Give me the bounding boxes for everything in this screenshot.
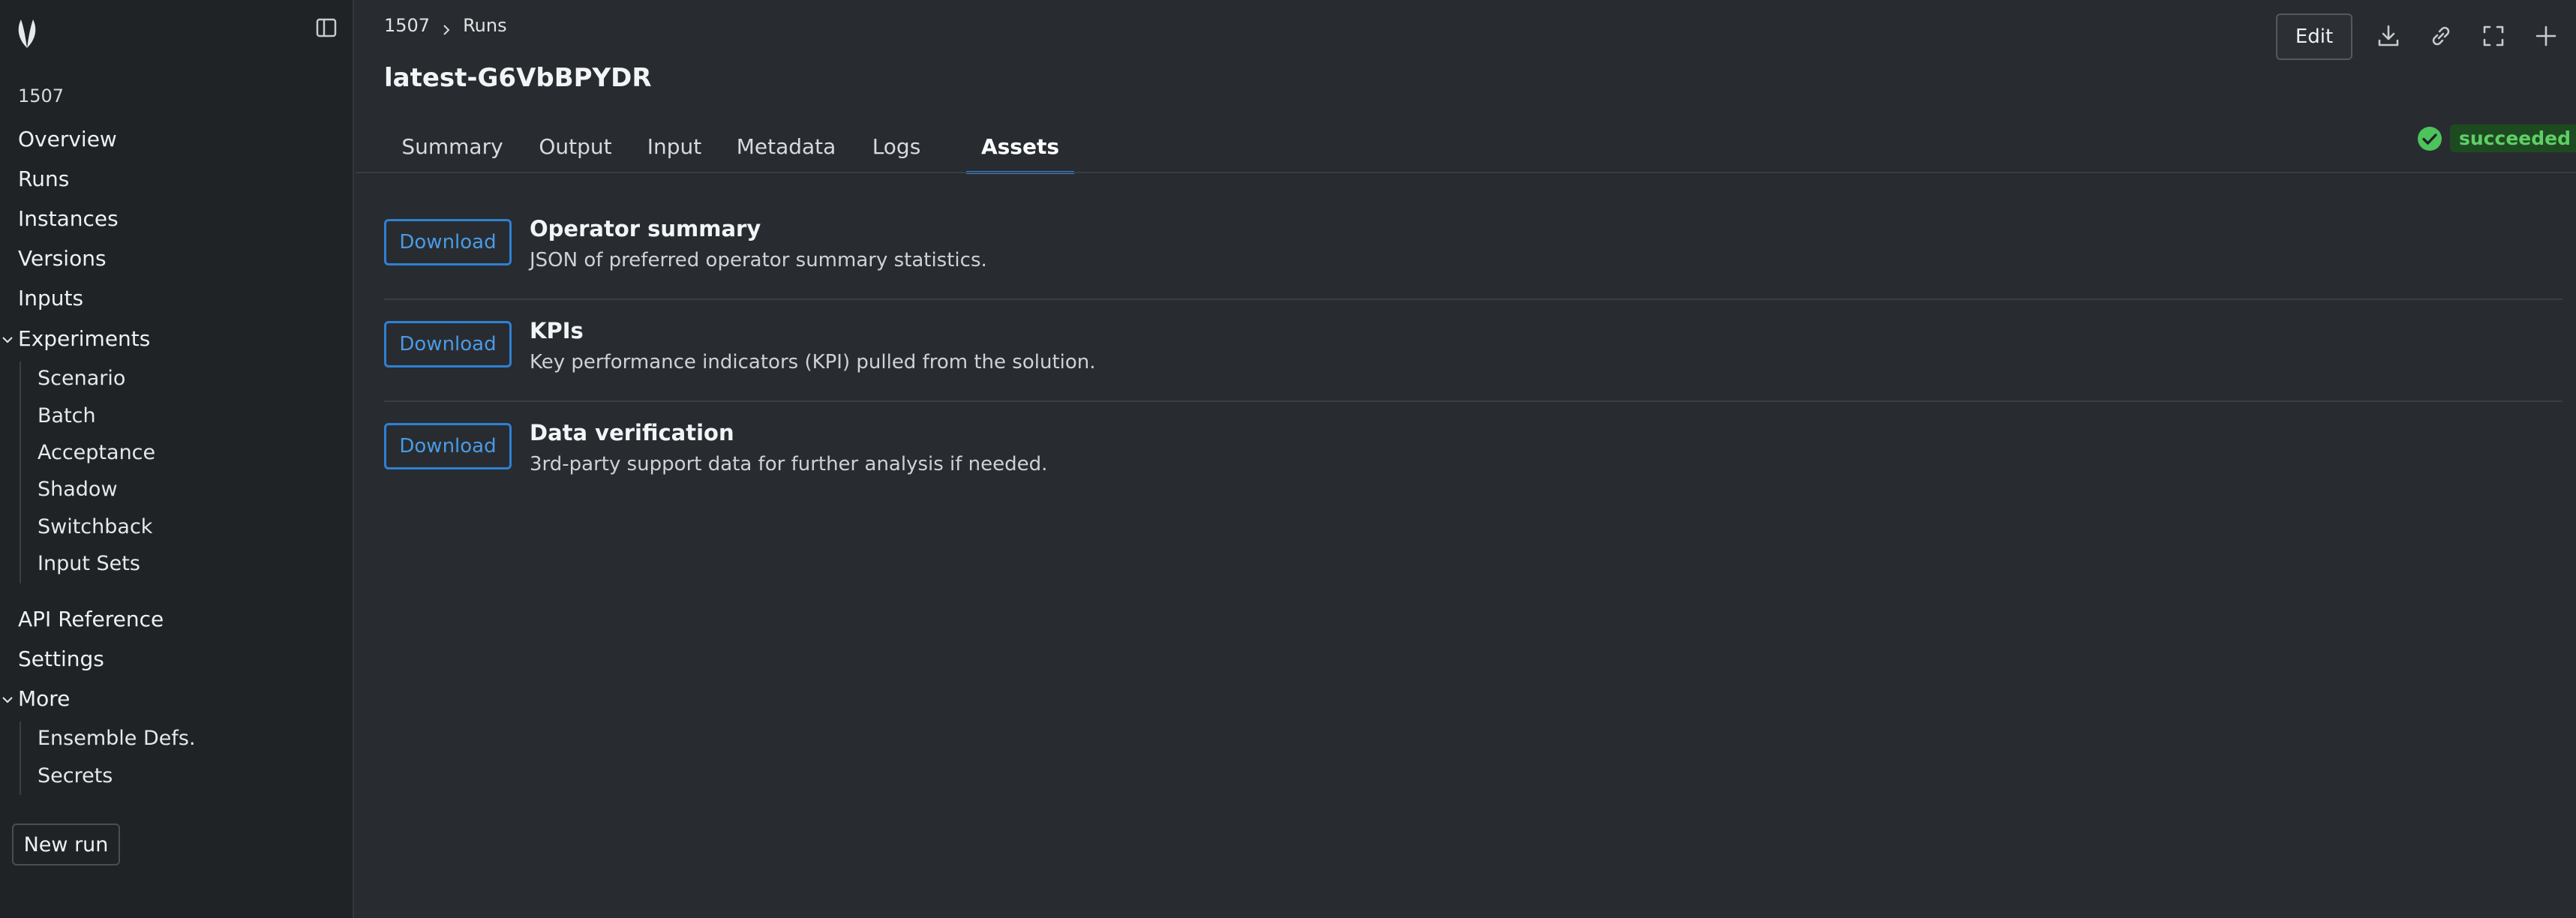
experiments-sub-line — [20, 362, 21, 584]
sidebar: 1507 Overview Runs Instances Versions In… — [0, 0, 354, 918]
page-title: latest-G6VbBPYDR — [384, 63, 652, 93]
status-badge: succeeded — [2450, 124, 2576, 152]
chevron-down-icon[interactable] — [2, 694, 14, 706]
sidebar-subitem-secrets[interactable]: Secrets — [38, 764, 113, 789]
sidebar-item-runs[interactable]: Runs — [18, 166, 69, 193]
edit-button[interactable]: Edit — [2276, 14, 2352, 60]
sidebar-subitem-batch[interactable]: Batch — [38, 404, 96, 429]
fullscreen-icon[interactable] — [2480, 22, 2507, 50]
new-run-button[interactable]: New run — [12, 824, 120, 866]
asset-description: 3rd-party support data for further analy… — [530, 453, 1048, 476]
asset-description: Key performance indicators (KPI) pulled … — [530, 351, 1096, 374]
asset-row: Download KPIs Key performance indicators… — [384, 300, 2562, 402]
sidebar-subitem-ensemble-defs[interactable]: Ensemble Defs. — [38, 726, 196, 752]
download-button[interactable]: Download — [384, 423, 512, 470]
download-button[interactable]: Download — [384, 219, 512, 266]
sidebar-subitem-scenario[interactable]: Scenario — [38, 366, 125, 392]
more-sub-line — [20, 722, 21, 795]
tab-assets[interactable]: Assets — [966, 120, 1074, 174]
tab-assets-label: Assets — [980, 134, 1060, 159]
asset-description: JSON of preferred operator summary stati… — [530, 249, 987, 272]
breadcrumb-runs[interactable]: Runs — [463, 15, 507, 36]
sidebar-toggle-icon[interactable] — [315, 16, 338, 39]
breadcrumb-org[interactable]: 1507 — [384, 15, 430, 36]
app-root: 1507 Overview Runs Instances Versions In… — [0, 0, 2576, 918]
logo-icon[interactable] — [14, 16, 41, 50]
sidebar-item-instances[interactable]: Instances — [18, 206, 119, 232]
sidebar-item-more[interactable]: More — [18, 686, 70, 712]
sidebar-subitem-switchback[interactable]: Switchback — [38, 514, 152, 540]
sidebar-item-experiments[interactable]: Experiments — [18, 326, 150, 352]
link-icon[interactable] — [2427, 22, 2454, 50]
tab-output[interactable]: Output — [521, 120, 630, 172]
asset-title: Operator summary — [530, 216, 761, 242]
sidebar-item-overview[interactable]: Overview — [18, 126, 117, 153]
org-id: 1507 — [18, 86, 65, 106]
sidebar-item-settings[interactable]: Settings — [18, 646, 104, 673]
asset-title: Data verification — [530, 420, 734, 446]
download-icon[interactable] — [2375, 22, 2402, 50]
asset-row: Download Operator summary JSON of prefer… — [384, 198, 2562, 300]
download-button[interactable]: Download — [384, 321, 512, 368]
check-circle-icon — [2417, 126, 2442, 152]
plus-icon[interactable] — [2532, 22, 2559, 50]
sidebar-item-versions[interactable]: Versions — [18, 245, 107, 272]
sidebar-subitem-input-sets[interactable]: Input Sets — [38, 551, 140, 577]
tab-input[interactable]: Input — [630, 120, 719, 172]
tab-metadata[interactable]: Metadata — [719, 120, 854, 172]
asset-title: KPIs — [530, 318, 584, 344]
tab-summary[interactable]: Summary — [384, 120, 521, 172]
chevron-down-icon[interactable] — [2, 334, 14, 346]
chevron-right-icon — [440, 20, 452, 35]
tabs-divider — [356, 172, 2576, 173]
sidebar-subitem-shadow[interactable]: Shadow — [38, 477, 118, 502]
sidebar-subitem-acceptance[interactable]: Acceptance — [38, 440, 155, 466]
tab-logs[interactable]: Logs — [854, 120, 939, 172]
sidebar-item-inputs[interactable]: Inputs — [18, 285, 83, 312]
run-status: succeeded — [2417, 124, 2576, 152]
breadcrumb: 1507 Runs — [384, 15, 507, 36]
asset-row: Download Data verification 3rd-party sup… — [384, 402, 2562, 504]
sidebar-item-api-reference[interactable]: API Reference — [18, 606, 164, 633]
